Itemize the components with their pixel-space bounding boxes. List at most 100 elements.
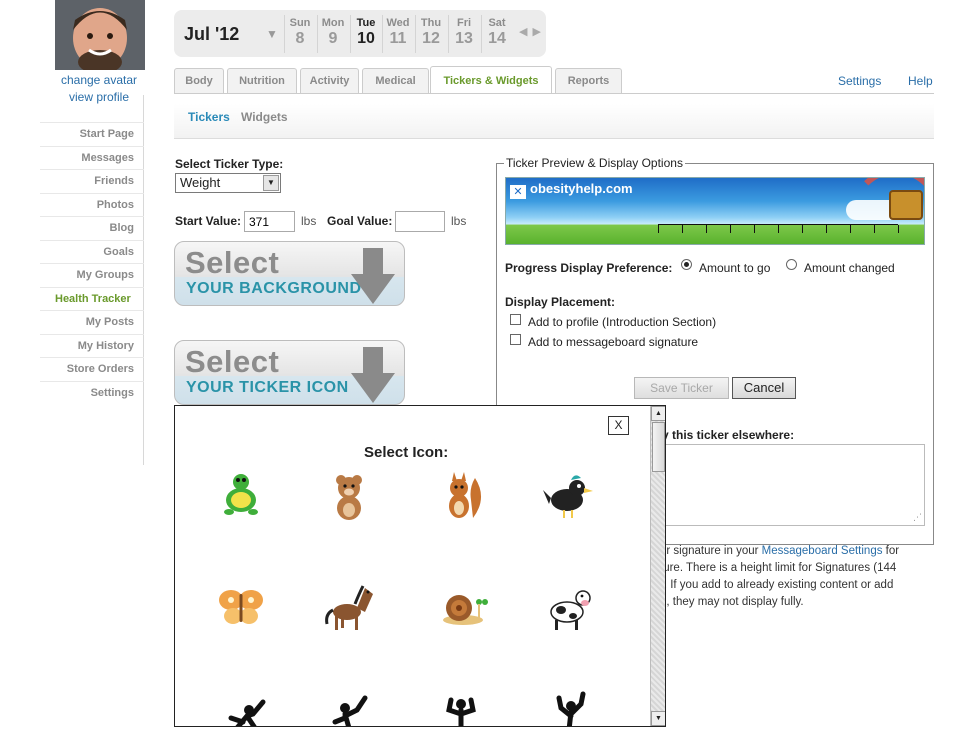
arrow-down-icon: [351, 347, 395, 403]
chevron-down-icon[interactable]: ▼: [266, 27, 278, 41]
day-sun[interactable]: Sun 8: [284, 15, 315, 53]
track-tick: [682, 225, 683, 233]
save-ticker-button[interactable]: Save Ticker: [634, 377, 729, 399]
sidebar-item-my-groups[interactable]: My Groups: [40, 263, 144, 287]
cow-icon[interactable]: [541, 578, 597, 634]
display-placement-label: Display Placement:: [505, 295, 616, 309]
chevron-down-icon: ▼: [263, 175, 279, 191]
ticker-track: [658, 224, 899, 234]
sidebar-item-goals[interactable]: Goals: [40, 239, 144, 264]
arrow-down-icon: [351, 248, 395, 304]
modal-scrollbar[interactable]: ▲ ▼: [650, 406, 665, 726]
select-icon-modal: X Select Icon: ▲ ▼: [174, 405, 666, 727]
butterfly-icon[interactable]: [213, 578, 269, 634]
goal-value-input[interactable]: [395, 211, 445, 232]
add-to-signature-checkbox[interactable]: [510, 334, 521, 345]
day-fri[interactable]: Fri 13: [448, 15, 479, 53]
week-arrows-icon[interactable]: ◀ ▶: [519, 25, 542, 38]
sidebar-item-messages[interactable]: Messages: [40, 145, 144, 170]
sidebar-item-photos[interactable]: Photos: [40, 192, 144, 217]
scroll-down-icon[interactable]: ▼: [651, 711, 665, 726]
tab-body[interactable]: Body: [174, 68, 224, 94]
day-thu[interactable]: Thu 12: [415, 15, 446, 53]
start-value-input[interactable]: [244, 211, 295, 232]
subtab-tickers[interactable]: Tickers: [188, 110, 230, 124]
progress-preference-label: Progress Display Preference:: [505, 261, 673, 275]
add-to-signature-label[interactable]: Add to messageboard signature: [528, 335, 698, 349]
track-tick: [658, 225, 659, 233]
display-elsewhere-label: y this ticker elsewhere:: [662, 428, 795, 442]
track-tick: [706, 225, 707, 233]
add-to-profile-label[interactable]: Add to profile (Introduction Section): [528, 315, 716, 329]
tab-medical[interactable]: Medical: [362, 68, 429, 94]
tab-nutrition[interactable]: Nutrition: [227, 68, 297, 94]
dancer-silhouette-icon[interactable]: [213, 688, 269, 726]
select-background-button[interactable]: Select YOUR BACKGROUND: [174, 241, 405, 306]
banner-logo-text: obesityhelp.com: [530, 181, 633, 196]
tab-tickers-widgets[interactable]: Tickers & Widgets: [430, 66, 552, 93]
view-profile-link[interactable]: view profile: [44, 89, 154, 106]
treasure-chest-icon: [889, 190, 923, 220]
select-ticker-icon-button[interactable]: Select YOUR TICKER ICON: [174, 340, 405, 405]
sidebar-item-my-history[interactable]: My History: [40, 333, 144, 358]
close-button[interactable]: X: [608, 416, 629, 435]
start-value-label: Start Value:: [175, 214, 242, 228]
day-tue-current[interactable]: Tue 10: [350, 15, 381, 53]
avatar[interactable]: [55, 0, 145, 70]
cancel-button[interactable]: Cancel: [732, 377, 796, 399]
runner-silhouette-icon[interactable]: [321, 688, 377, 726]
snail-icon[interactable]: [433, 578, 489, 634]
flexing-silhouette-icon[interactable]: [433, 688, 489, 726]
resize-grip-icon[interactable]: ⋰: [913, 512, 922, 523]
change-avatar-link[interactable]: change avatar: [44, 72, 154, 89]
bear-icon[interactable]: [321, 468, 377, 524]
sidebar-item-health-tracker[interactable]: Health Tracker: [40, 286, 144, 311]
sidebar-item-store-orders[interactable]: Store Orders: [40, 357, 144, 381]
select-background-line2: YOUR BACKGROUND: [186, 280, 362, 297]
embed-code-textarea[interactable]: ⋰: [660, 444, 925, 526]
track-tick: [802, 225, 803, 233]
stretching-silhouette-icon[interactable]: [541, 688, 597, 726]
amount-changed-label[interactable]: Amount changed: [804, 261, 895, 275]
sidebar-item-blog[interactable]: Blog: [40, 216, 144, 240]
date-selector: Jul '12 ▼ Sun 8 Mon 9 Tue 10 Wed 11 Thu 12 Fr…: [174, 10, 546, 57]
track-tick: [754, 225, 755, 233]
scroll-thumb[interactable]: [652, 422, 665, 472]
add-to-profile-checkbox[interactable]: [510, 314, 521, 325]
preview-legend: Ticker Preview & Display Options: [504, 156, 685, 170]
horse-icon[interactable]: [321, 578, 377, 634]
amount-to-go-radio[interactable]: [681, 259, 692, 270]
day-sat[interactable]: Sat 14: [481, 15, 512, 53]
subtab-widgets[interactable]: Widgets: [241, 110, 288, 124]
squirrel-icon[interactable]: [433, 468, 489, 524]
track-tick: [826, 225, 827, 233]
day-wed[interactable]: Wed 11: [382, 15, 413, 53]
ticker-type-select[interactable]: Weight ▼: [175, 173, 281, 193]
help-link[interactable]: Help: [908, 74, 933, 88]
sidebar-item-my-posts[interactable]: My Posts: [40, 310, 144, 334]
track-tick: [874, 225, 875, 233]
messageboard-settings-link[interactable]: Messageboard Settings: [762, 545, 883, 557]
settings-link[interactable]: Settings: [838, 74, 881, 88]
goal-value-label: Goal Value:: [327, 214, 393, 228]
amount-to-go-label[interactable]: Amount to go: [699, 261, 770, 275]
track-tick: [730, 225, 731, 233]
banner-logo: ✕ obesityhelp.com: [510, 181, 633, 199]
month-label[interactable]: Jul '12: [184, 24, 239, 45]
track-tick: [850, 225, 851, 233]
turtle-icon[interactable]: [213, 468, 269, 524]
ticker-type-label: Select Ticker Type:: [175, 157, 284, 171]
track-tick: [898, 225, 899, 233]
sidebar-item-friends[interactable]: Friends: [40, 169, 144, 193]
sidebar-item-start-page[interactable]: Start Page: [40, 122, 144, 146]
scroll-up-icon[interactable]: ▲: [651, 406, 665, 421]
select-icon-line1: Select: [185, 344, 280, 379]
day-mon[interactable]: Mon 9: [317, 15, 348, 53]
tab-activity[interactable]: Activity: [300, 68, 359, 94]
track-tick: [778, 225, 779, 233]
amount-changed-radio[interactable]: [786, 259, 797, 270]
sidebar-item-settings[interactable]: Settings: [40, 380, 144, 405]
tab-reports[interactable]: Reports: [555, 68, 622, 94]
bird-icon[interactable]: [541, 468, 597, 524]
subtab-bar: Tickers Widgets: [174, 104, 934, 139]
